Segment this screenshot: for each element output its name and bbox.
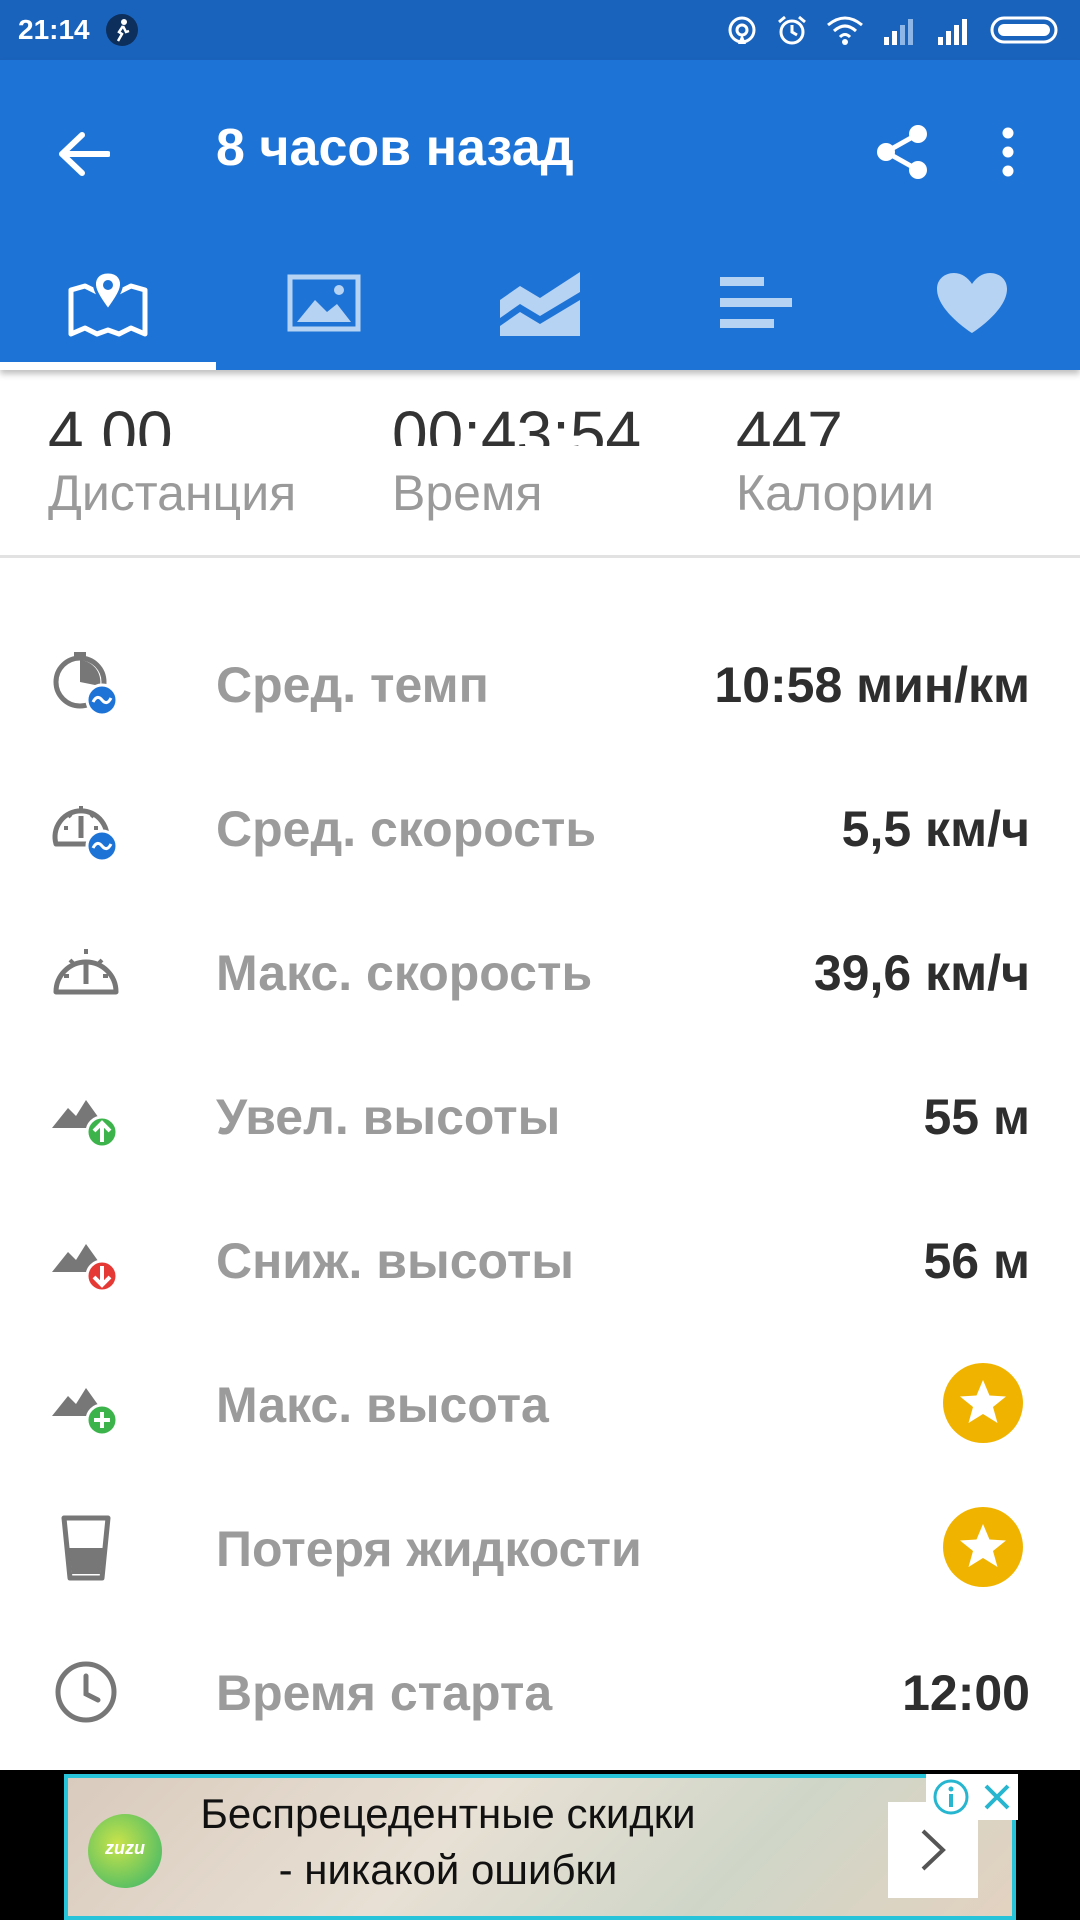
stat-label: Потеря жидкости: [216, 1521, 642, 1577]
stat-label: Сред. скорость: [216, 801, 597, 857]
status-bar: 21:14: [0, 0, 1080, 60]
tab-splits[interactable]: [648, 236, 864, 370]
page-title: 8 часов назад: [216, 119, 574, 177]
stat-label: Макс. скорость: [216, 945, 593, 1001]
stat-row-start-time: Время старта 12:00: [0, 1618, 1080, 1762]
avg-pace-icon: [53, 652, 119, 717]
ad-line-1: Беспрецедентные скидки: [200, 1790, 696, 1837]
premium-star-icon[interactable]: [942, 1506, 1024, 1588]
alarm-icon: [778, 15, 806, 45]
stat-label: Сниж. высоты: [216, 1233, 575, 1289]
heart-icon: [937, 273, 1007, 333]
max-altitude-icon: [52, 1388, 119, 1437]
runner-app-icon: [105, 14, 138, 46]
elevation-gain-icon: [52, 1100, 119, 1149]
stat-row-max-speed: Макс. скорость 39,6 км/ч: [0, 898, 1080, 1042]
calories-label: Калории: [736, 465, 935, 521]
ad-logo: zuzu: [88, 1814, 162, 1888]
stat-row-avg-speed: Сред. скорость 5,5 км/ч: [0, 754, 1080, 898]
stat-row-avg-pace: Сред. темп 10:58 мин/км: [0, 610, 1080, 754]
calories-value: 447: [736, 402, 843, 464]
back-button[interactable]: [44, 114, 124, 194]
distance-label: Дистанция: [48, 465, 297, 521]
stat-value: 5,5 км/ч: [841, 801, 1030, 857]
status-time: 21:14: [18, 14, 90, 45]
time-value: 00:43:54: [392, 402, 642, 464]
premium-star-icon[interactable]: [942, 1362, 1024, 1444]
stat-label: Макс. высота: [216, 1377, 549, 1433]
splits-icon: [720, 277, 792, 328]
stat-row-max-altitude: Макс. высота: [0, 1330, 1080, 1474]
distance-value: 4.00: [48, 402, 173, 464]
stat-value: 12:00: [902, 1665, 1030, 1721]
signal-weak-icon: [884, 19, 913, 45]
stat-value: 55 м: [923, 1089, 1031, 1145]
stats-list: Сред. темп 10:58 мин/км Сред. скорость 5…: [0, 610, 1080, 1762]
info-icon[interactable]: [932, 1778, 970, 1816]
hotspot-icon: [728, 16, 756, 44]
summary-panel: 4.00 Дистанция 00:43:54 Время 447 Калори…: [0, 370, 1080, 558]
elevation-loss-icon: [52, 1244, 119, 1293]
tab-bar: [0, 236, 1080, 370]
tab-photos[interactable]: [216, 236, 432, 370]
map-icon: [68, 270, 148, 337]
ad-choices[interactable]: [926, 1774, 1018, 1820]
tab-heart-rate[interactable]: [864, 236, 1080, 370]
avg-speed-icon: [52, 806, 119, 863]
stat-value: 10:58 мин/км: [714, 657, 1030, 713]
more-options-button[interactable]: [968, 112, 1048, 192]
time-label: Время: [392, 465, 543, 521]
app-bar: 8 часов назад: [0, 60, 1080, 370]
tab-graph[interactable]: [432, 236, 648, 370]
tab-map[interactable]: [0, 236, 216, 370]
ad-text: Беспрецедентные скидки - никакой ошибки: [168, 1786, 728, 1898]
more-vert-icon: [1002, 127, 1014, 177]
photo-icon: [287, 274, 361, 332]
share-icon: [877, 125, 927, 179]
graph-icon: [500, 272, 580, 336]
stat-label: Сред. темп: [216, 657, 489, 713]
ad-banner[interactable]: zuzu Беспрецедентные скидки - никакой ош…: [0, 1770, 1080, 1920]
battery-icon: [990, 16, 1058, 44]
stat-row-elevation-loss: Сниж. высоты 56 м: [0, 1186, 1080, 1330]
signal-icon: [938, 19, 967, 45]
stat-row-elevation-gain: Увел. высоты 55 м: [0, 1042, 1080, 1186]
ad-content[interactable]: zuzu Беспрецедентные скидки - никакой ош…: [64, 1774, 1016, 1920]
stat-row-fluid-loss: Потеря жидкости: [0, 1474, 1080, 1618]
ad-logo-text: zuzu: [105, 1838, 145, 1858]
stat-label: Время старта: [216, 1665, 553, 1721]
fluid-loss-icon: [61, 1515, 111, 1581]
close-icon[interactable]: [982, 1782, 1012, 1812]
clock-icon: [55, 1661, 117, 1723]
wifi-icon: [827, 16, 863, 45]
stat-value: 56 м: [923, 1233, 1031, 1289]
chevron-right-icon: [921, 1829, 946, 1871]
arrow-back-icon: [59, 132, 110, 176]
ad-line-2: - никакой ошибки: [278, 1846, 618, 1893]
max-speed-icon: [53, 949, 119, 995]
share-button[interactable]: [862, 112, 942, 192]
stat-label: Увел. высоты: [216, 1089, 561, 1145]
stat-value: 39,6 км/ч: [813, 945, 1030, 1001]
